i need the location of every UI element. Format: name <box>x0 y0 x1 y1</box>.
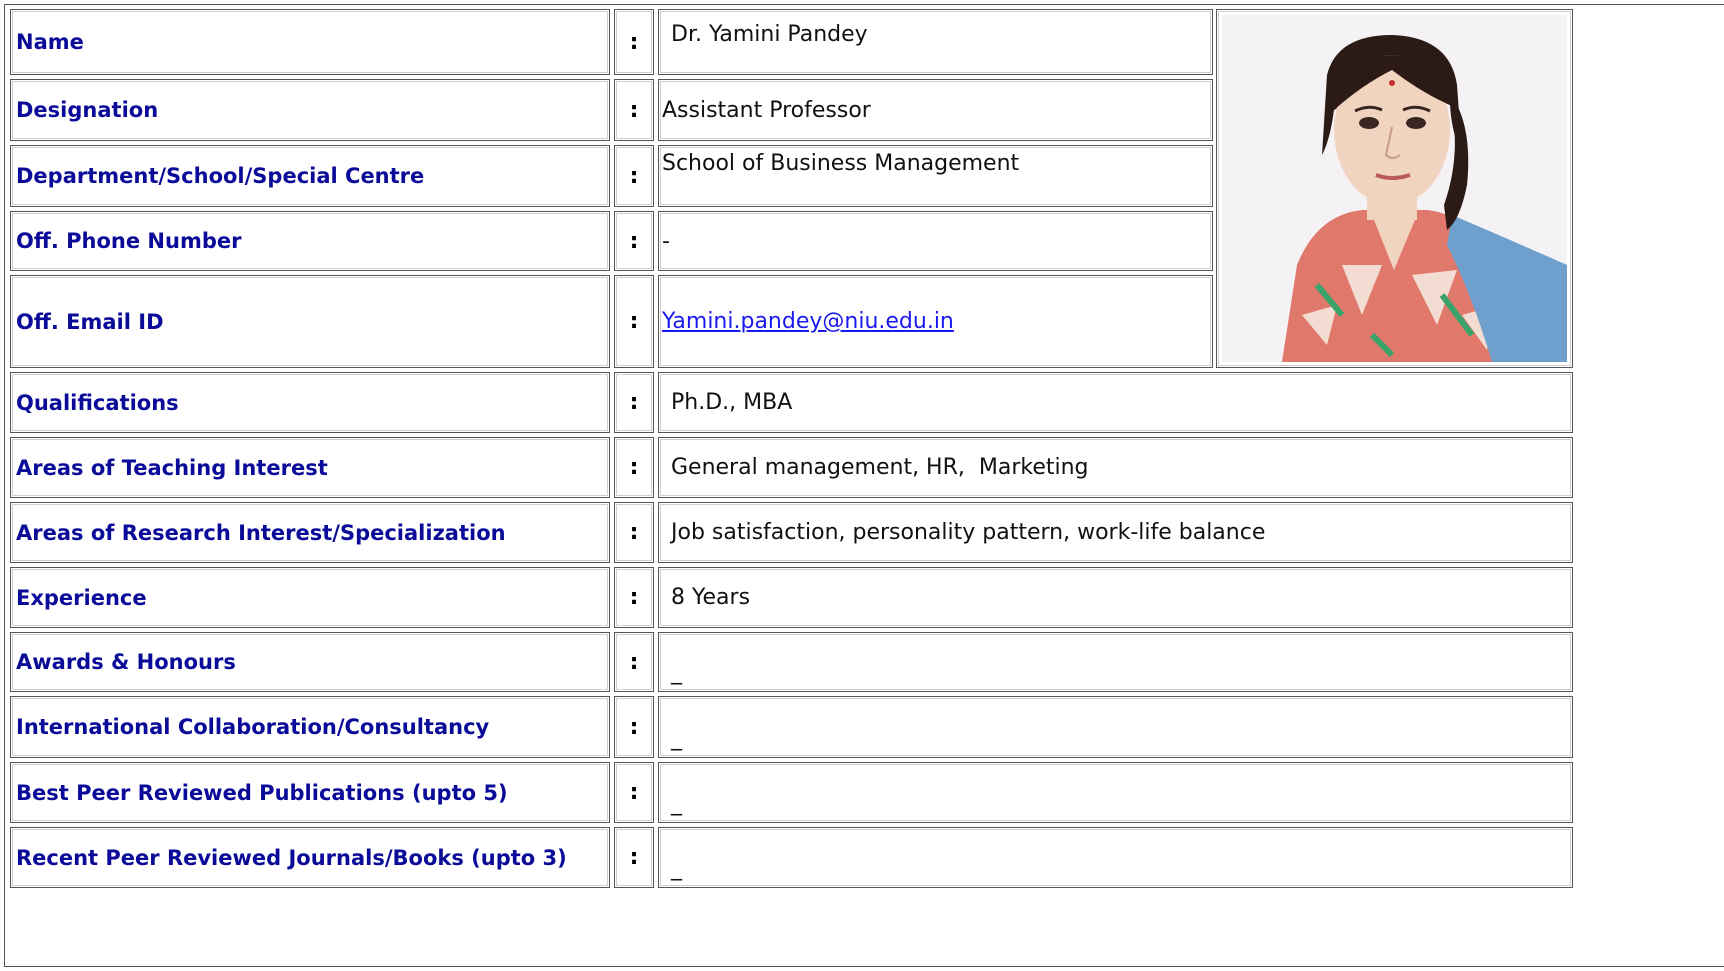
research-interest-value: Job satisfaction, personality pattern, w… <box>658 502 1573 563</box>
research-interest-colon: : <box>614 502 654 563</box>
name-value: Dr. Yamini Pandey <box>658 9 1213 75</box>
designation-colon: : <box>614 79 654 141</box>
email-cell: Yamini.pandey@niu.edu.in <box>658 275 1213 368</box>
name-colon: : <box>614 9 654 75</box>
email-label: Off. Email ID <box>10 275 610 368</box>
collaboration-value: _ <box>658 696 1573 758</box>
awards-colon: : <box>614 632 654 692</box>
teaching-interest-label: Areas of Teaching Interest <box>10 437 610 498</box>
department-value: School of Business Management <box>658 145 1213 207</box>
designation-value: Assistant Professor <box>658 79 1213 141</box>
name-label: Name <box>10 9 610 75</box>
qualifications-colon: : <box>614 372 654 433</box>
awards-label: Awards & Honours <box>10 632 610 692</box>
designation-label: Designation <box>10 79 610 141</box>
experience-label: Experience <box>10 567 610 628</box>
phone-value: - <box>658 211 1213 271</box>
journals-value: _ <box>658 827 1573 888</box>
journals-label: Recent Peer Reviewed Journals/Books (upt… <box>10 827 610 888</box>
teaching-interest-colon: : <box>614 437 654 498</box>
department-label: Department/School/Special Centre <box>10 145 610 207</box>
department-colon: : <box>614 145 654 207</box>
publications-value: _ <box>658 762 1573 823</box>
profile-photo-cell <box>1216 9 1573 368</box>
email-colon: : <box>614 275 654 368</box>
faculty-profile-table: Name : Dr. Yamini Pandey Designation : A… <box>4 4 1724 967</box>
teaching-interest-value: General management, HR, Marketing <box>658 437 1573 498</box>
journals-colon: : <box>614 827 654 888</box>
collaboration-label: International Collaboration/Consultancy <box>10 696 610 758</box>
research-interest-label: Areas of Research Interest/Specializatio… <box>10 502 610 563</box>
publications-label: Best Peer Reviewed Publications (upto 5) <box>10 762 610 823</box>
publications-colon: : <box>614 762 654 823</box>
phone-colon: : <box>614 211 654 271</box>
profile-photo-icon <box>1222 15 1567 362</box>
collaboration-colon: : <box>614 696 654 758</box>
qualifications-label: Qualifications <box>10 372 610 433</box>
qualifications-value: Ph.D., MBA <box>658 372 1573 433</box>
phone-label: Off. Phone Number <box>10 211 610 271</box>
experience-value: 8 Years <box>658 567 1573 628</box>
awards-value: _ <box>658 632 1573 692</box>
experience-colon: : <box>614 567 654 628</box>
email-link[interactable]: Yamini.pandey@niu.edu.in <box>662 309 954 334</box>
